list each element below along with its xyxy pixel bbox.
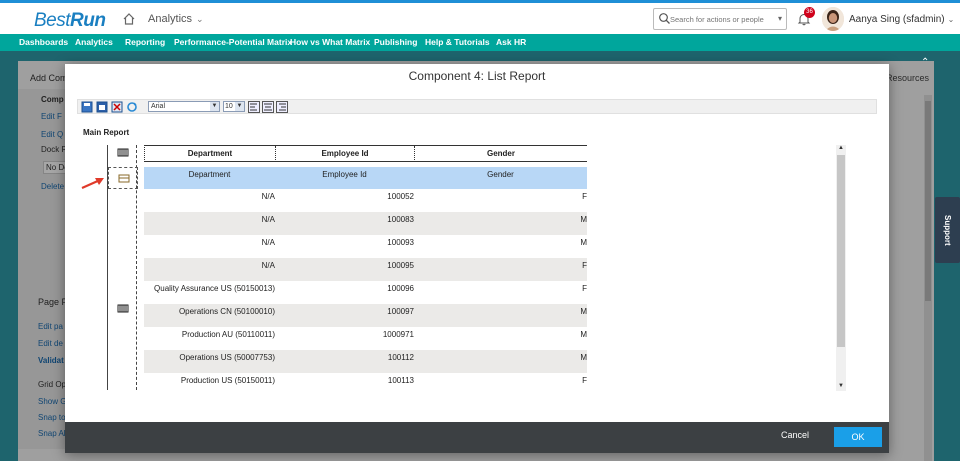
footer-band-icon[interactable] (117, 304, 129, 313)
cell-employee-id: 100097 (387, 307, 414, 316)
refresh-icon[interactable] (126, 101, 138, 113)
cell-employee-id: 100096 (387, 284, 414, 293)
report-toolbar: Arial ▼ 10 ▼ (77, 99, 877, 114)
row-gutter (107, 145, 138, 390)
cell-employee-id: 100112 (387, 353, 414, 362)
cell-department: Production US (50150011) (180, 376, 275, 385)
detail-field-row[interactable]: Department Employee Id Gender (144, 167, 587, 189)
ok-button[interactable]: OK (834, 427, 882, 447)
cell-department: Production AU (50110011) (181, 330, 275, 339)
chevron-down-icon: ⌄ (947, 15, 955, 24)
top-header: BestRun Analytics⌄ ▾ 36 Aanya Sing (sfad… (0, 0, 960, 34)
cell-department: N/A (261, 238, 275, 247)
save-icon[interactable] (81, 101, 93, 113)
column-header-employee-id[interactable]: Employee Id (276, 146, 415, 162)
cell-department: Operations CN (50100010) (178, 307, 275, 316)
cell-department: N/A (261, 261, 275, 270)
table-row: N/A 100095 F (144, 258, 587, 281)
cell-employee-id: 100083 (387, 215, 414, 224)
cell-employee-id: 100093 (387, 238, 414, 247)
cell-department: Operations US (50007753) (179, 353, 275, 362)
cell-department: N/A (261, 192, 275, 201)
table-row: Operations CN (50100010) 100097 M (144, 304, 587, 327)
cell-gender: M (580, 215, 587, 224)
detail-band-icon (118, 174, 130, 183)
nav-performance-potential-matrix[interactable]: Performance-Potential Matrix (174, 37, 292, 47)
detail-band-selector[interactable] (108, 167, 138, 189)
nav-reporting[interactable]: Reporting (125, 37, 165, 47)
list-report-dialog: Component 4: List Report Arial ▼ 10 ▼ Main… (65, 64, 889, 453)
scroll-down-icon[interactable]: ▼ (836, 383, 846, 391)
notification-badge: 36 (804, 7, 815, 18)
dialog-title: Component 4: List Report (408, 69, 546, 83)
cell-employee-id: 100052 (387, 192, 414, 201)
nav-dashboards[interactable]: Dashboards (19, 37, 68, 47)
report-canvas: Department Employee Id Gender Department… (107, 145, 587, 390)
company-logo[interactable]: BestRun (34, 10, 106, 32)
cell-gender: M (580, 353, 587, 362)
cell-department: N/A (261, 215, 275, 224)
nav-help-tutorials[interactable]: Help & Tutorials (425, 37, 490, 47)
table-row: Quality Assurance US (50150013) 100096 F (144, 281, 587, 304)
global-search[interactable]: ▾ (653, 8, 787, 30)
font-family-select[interactable]: Arial ▼ (148, 101, 220, 112)
column-header-department[interactable]: Department (145, 146, 276, 162)
cancel-button[interactable]: Cancel (781, 430, 809, 440)
align-left-icon[interactable] (248, 101, 260, 113)
cell-department: Quality Assurance US (50150013) (154, 284, 275, 293)
table-row: N/A 100052 F (144, 189, 587, 212)
delete-icon[interactable] (111, 101, 123, 113)
collapse-chevron-icon[interactable]: ⌃ (921, 57, 929, 68)
user-menu[interactable]: Aanya Sing (sfadmin) ⌄ (849, 14, 954, 25)
report-scrollbar[interactable]: ▲ ▼ (836, 145, 846, 391)
insert-icon[interactable] (96, 101, 108, 113)
align-right-icon[interactable] (276, 101, 288, 113)
module-switcher[interactable]: Analytics ⌄ (148, 13, 204, 25)
section-label: Main Report (83, 128, 130, 137)
chevron-down-icon: ⌄ (196, 14, 204, 24)
search-dropdown-icon[interactable]: ▾ (778, 14, 782, 23)
column-header-row: Department Employee Id Gender (144, 145, 587, 162)
cell-gender: F (582, 284, 587, 293)
support-tab[interactable]: Support (935, 197, 960, 263)
detail-field-gender[interactable]: Gender (414, 170, 587, 179)
cell-gender: F (582, 261, 587, 270)
column-header-gender[interactable]: Gender (415, 146, 587, 162)
nav-ask-hr[interactable]: Ask HR (496, 37, 526, 47)
nav-how-vs-what-matrix[interactable]: How vs What Matrix (290, 37, 370, 47)
cell-gender: F (582, 376, 587, 385)
font-size-select[interactable]: 10 ▼ (223, 101, 245, 112)
detail-field-department[interactable]: Department (144, 170, 275, 179)
cell-employee-id: 100095 (387, 261, 414, 270)
cell-gender: M (580, 238, 587, 247)
cell-gender: M (580, 307, 587, 316)
cell-employee-id: 100113 (387, 376, 414, 385)
main-nav: Dashboards Analytics Reporting Performan… (0, 34, 960, 51)
cell-gender: M (580, 330, 587, 339)
chevron-down-icon: ▼ (210, 102, 219, 111)
table-row: N/A 100093 M (144, 235, 587, 258)
avatar[interactable] (822, 7, 844, 31)
home-icon[interactable] (122, 12, 136, 26)
table-row: Production US (50150011) 100113 F (144, 373, 587, 390)
nav-publishing[interactable]: Publishing (374, 37, 417, 47)
cell-gender: F (582, 192, 587, 201)
chevron-down-icon: ▼ (235, 102, 244, 111)
search-input[interactable] (670, 11, 766, 27)
align-center-icon[interactable] (262, 101, 274, 113)
nav-analytics[interactable]: Analytics (75, 37, 113, 47)
scrollbar-thumb[interactable] (837, 155, 845, 347)
scroll-up-icon[interactable]: ▲ (836, 145, 846, 153)
dialog-footer: Cancel OK (65, 422, 889, 453)
cell-employee-id: 1000971 (382, 330, 414, 339)
header-band-icon[interactable] (117, 148, 129, 157)
table-row: Operations US (50007753) 100112 M (144, 350, 587, 373)
table-row: N/A 100083 M (144, 212, 587, 235)
detail-field-employee-id[interactable]: Employee Id (275, 170, 414, 179)
table-row: Production AU (50110011) 1000971 M (144, 327, 587, 350)
annotation-arrow-icon (81, 178, 104, 190)
